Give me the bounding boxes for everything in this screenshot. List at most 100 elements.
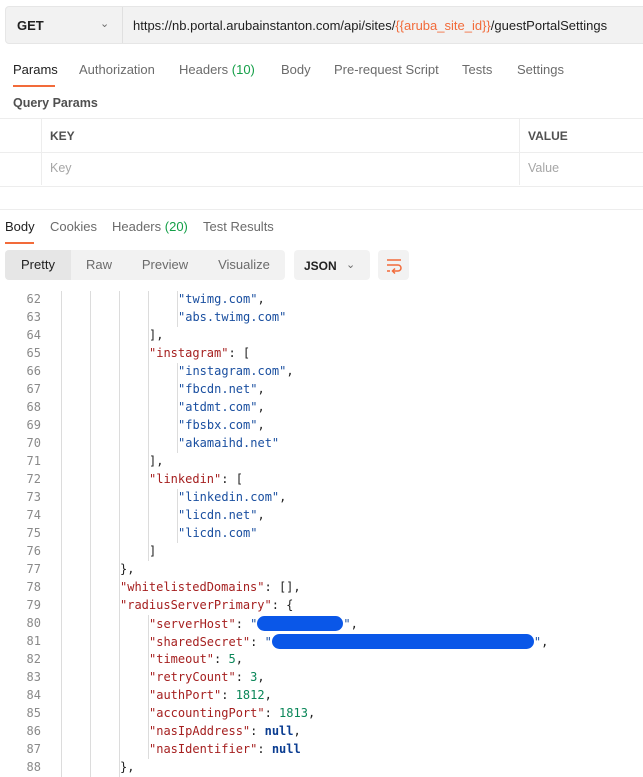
code-text: "serverHost": " ", bbox=[149, 616, 358, 631]
indent-guide bbox=[90, 597, 91, 615]
indent-guide bbox=[119, 705, 120, 723]
view-mode-preview[interactable]: Preview bbox=[127, 250, 203, 280]
line-number: 64 bbox=[26, 328, 41, 342]
indent-guide bbox=[90, 489, 91, 507]
tab-label: Headers bbox=[179, 62, 229, 77]
code-text: }, bbox=[120, 760, 134, 774]
line-number: 80 bbox=[26, 616, 41, 630]
value-input[interactable]: Value bbox=[528, 161, 559, 175]
tab-tests[interactable]: Tests bbox=[462, 62, 492, 77]
code-text: "accountingPort": 1813, bbox=[149, 706, 315, 720]
tab-settings[interactable]: Settings bbox=[517, 62, 564, 77]
json-key: "serverHost" bbox=[149, 617, 236, 631]
redaction-mark bbox=[271, 634, 534, 649]
json-punct: : bbox=[235, 617, 251, 631]
code-text: ], bbox=[149, 328, 163, 342]
code-line: 77}, bbox=[0, 561, 643, 579]
indent-guide bbox=[61, 471, 62, 489]
indent-guide bbox=[61, 381, 62, 399]
code-line: 75 "licdn.com" bbox=[0, 525, 643, 543]
tab-test-results[interactable]: Test Results bbox=[203, 219, 274, 234]
code-line: 73 "linkedin.com", bbox=[0, 489, 643, 507]
indent-guide bbox=[90, 309, 91, 327]
url-input[interactable]: https://nb.portal.arubainstanton.com/api… bbox=[133, 18, 607, 33]
wrap-lines-icon bbox=[387, 259, 402, 275]
tab-response-headers[interactable]: Headers (20) bbox=[112, 219, 188, 234]
code-text: "atdmt.com", bbox=[178, 400, 265, 414]
json-punct: , bbox=[257, 670, 265, 684]
format-label: JSON bbox=[304, 259, 337, 273]
tab-pre-request-script[interactable]: Pre-request Script bbox=[334, 62, 439, 77]
indent-guide bbox=[119, 633, 120, 651]
json-string: "atdmt.com" bbox=[178, 400, 258, 414]
code-text: "sharedSecret": " ", bbox=[149, 634, 548, 649]
tab-label: Settings bbox=[517, 62, 564, 77]
indent-guide bbox=[148, 525, 149, 543]
response-body-code[interactable]: 62 "twimg.com", 63 "abs.twimg.com" 64], 65 "in… bbox=[0, 291, 643, 777]
active-tab-indicator bbox=[5, 242, 34, 244]
indent-guide bbox=[90, 345, 91, 363]
code-line: 87 "nasIdentifier": null bbox=[0, 741, 643, 759]
json-key: "linkedin" bbox=[149, 472, 222, 486]
redaction-mark bbox=[257, 616, 344, 631]
pane-divider[interactable] bbox=[0, 209, 643, 210]
view-mode-visualize[interactable]: Visualize bbox=[203, 250, 285, 280]
json-punct: , bbox=[293, 724, 301, 738]
code-line: 62 "twimg.com", bbox=[0, 291, 643, 309]
format-select[interactable]: JSON ⌄ bbox=[294, 250, 370, 280]
indent-guide bbox=[90, 687, 91, 705]
json-punct: : [], bbox=[264, 580, 301, 594]
indent-guide bbox=[148, 489, 149, 507]
code-line: 65 "instagram": [ bbox=[0, 345, 643, 363]
indent-guide bbox=[61, 597, 62, 615]
code-text: "linkedin.com", bbox=[178, 490, 286, 504]
line-number: 81 bbox=[26, 634, 41, 648]
indent-guide bbox=[61, 651, 62, 669]
code-text: "fbcdn.net", bbox=[178, 382, 265, 396]
key-input[interactable]: Key bbox=[50, 161, 72, 175]
tab-params[interactable]: Params bbox=[13, 62, 58, 77]
indent-guide bbox=[119, 417, 120, 435]
indent-guide bbox=[61, 723, 62, 741]
line-number: 87 bbox=[26, 742, 41, 756]
tab-label: Body bbox=[5, 219, 35, 234]
code-text: "abs.twimg.com" bbox=[178, 310, 286, 324]
indent-guide bbox=[119, 741, 120, 759]
view-mode-raw[interactable]: Raw bbox=[71, 250, 127, 280]
view-mode-pretty[interactable]: Pretty bbox=[5, 250, 71, 280]
json-string: " bbox=[533, 635, 542, 649]
code-line: 84 "authPort": 1812, bbox=[0, 687, 643, 705]
tab-headers[interactable]: Headers (10) bbox=[179, 62, 255, 77]
json-key: "whitelistedDomains" bbox=[120, 580, 265, 594]
json-key: "nasIdentifier" bbox=[149, 742, 258, 756]
indent-guide bbox=[90, 705, 91, 723]
line-number: 65 bbox=[26, 346, 41, 360]
indent-guide bbox=[61, 291, 62, 309]
tab-body[interactable]: Body bbox=[281, 62, 311, 77]
view-mode-selector: Pretty Raw Preview Visualize bbox=[5, 250, 285, 280]
indent-guide bbox=[61, 543, 62, 561]
indent-guide bbox=[90, 615, 91, 633]
line-number: 67 bbox=[26, 382, 41, 396]
wrap-lines-button[interactable] bbox=[378, 250, 409, 280]
indent-guide bbox=[61, 435, 62, 453]
tab-response-body[interactable]: Body bbox=[5, 219, 35, 234]
indent-guide bbox=[119, 381, 120, 399]
json-punct: , bbox=[350, 617, 358, 631]
json-key: "sharedSecret" bbox=[149, 635, 251, 649]
indent-guide bbox=[90, 561, 91, 579]
json-string: "akamaihd.net" bbox=[178, 436, 280, 450]
indent-guide bbox=[90, 669, 91, 687]
indent-guide bbox=[119, 345, 120, 363]
url-prefix: https://nb.portal.arubainstanton.com/api… bbox=[133, 18, 396, 33]
line-number: 84 bbox=[26, 688, 41, 702]
tab-cookies[interactable]: Cookies bbox=[50, 219, 97, 234]
code-text: ], bbox=[149, 454, 163, 468]
json-key: "timeout" bbox=[149, 652, 215, 666]
method-select[interactable]: GET ⌄ bbox=[6, 7, 123, 43]
indent-guide bbox=[61, 615, 62, 633]
indent-guide bbox=[61, 327, 62, 345]
tab-authorization[interactable]: Authorization bbox=[79, 62, 155, 77]
code-line: 76] bbox=[0, 543, 643, 561]
indent-guide bbox=[61, 561, 62, 579]
